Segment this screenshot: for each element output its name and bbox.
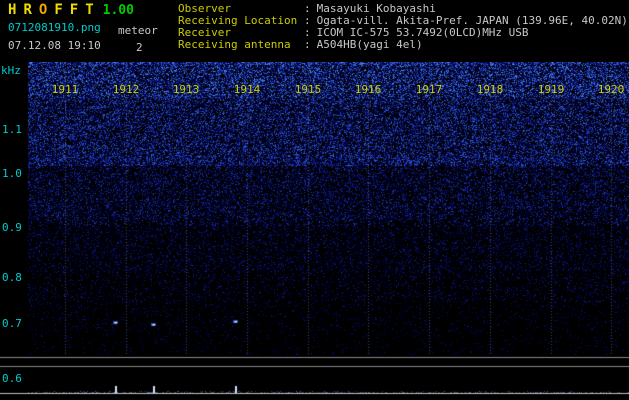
logo-letter: R: [23, 2, 32, 18]
colon-separator: :: [304, 38, 311, 51]
freq-tick-label: 0.7: [2, 317, 22, 330]
time-tick-label: 1920: [597, 83, 625, 96]
freq-tick-label: 1.1: [2, 123, 22, 136]
app-title: H R O F F T 1.00: [8, 2, 134, 18]
spectrogram-canvas: [0, 62, 629, 400]
time-tick-label: 1914: [233, 83, 261, 96]
time-tick-label: 1918: [476, 83, 504, 96]
info-value: A504HB(yagi 4el): [316, 38, 423, 51]
app-title-letters: HROFFT: [8, 2, 101, 18]
freq-axis-unit-label: kHz: [1, 64, 21, 77]
freq-tick-label: 1.0: [2, 167, 22, 180]
time-tick-label: 1916: [354, 83, 382, 96]
time-tick-label: 1917: [415, 83, 443, 96]
time-tick-label: 1911: [51, 83, 79, 96]
time-tick-label: 1912: [112, 83, 140, 96]
hrofft-output-window: H R O F F T 1.00 0712081910.png meteor 07.12.0…: [0, 0, 629, 400]
freq-tick-label: 0.8: [2, 271, 22, 284]
time-tick-label: 1915: [294, 83, 322, 96]
logo-letter: F: [54, 2, 63, 18]
logo-letter: F: [69, 2, 79, 18]
mode-label: meteor: [118, 24, 158, 37]
logo-letter: H: [8, 2, 17, 18]
logo-letter: O: [38, 2, 48, 18]
app-version: 1.00: [102, 3, 134, 18]
meteor-count: 2: [136, 41, 143, 54]
logo-letter: T: [85, 2, 94, 18]
freq-tick-label: 0.9: [2, 221, 22, 234]
station-info: Observer: Masayuki Kobayashi Receiving Lo…: [178, 3, 628, 51]
observation-datetime: 07.12.08 19:10: [8, 39, 101, 52]
time-tick-label: 1913: [172, 83, 200, 96]
strip-freq-label: 0.6: [2, 372, 22, 385]
info-row: Receiving antenna: A504HB(yagi 4el): [178, 39, 628, 51]
time-tick-label: 1919: [537, 83, 565, 96]
output-filename: 0712081910.png: [8, 21, 101, 34]
info-label: Receiving antenna: [178, 38, 291, 51]
